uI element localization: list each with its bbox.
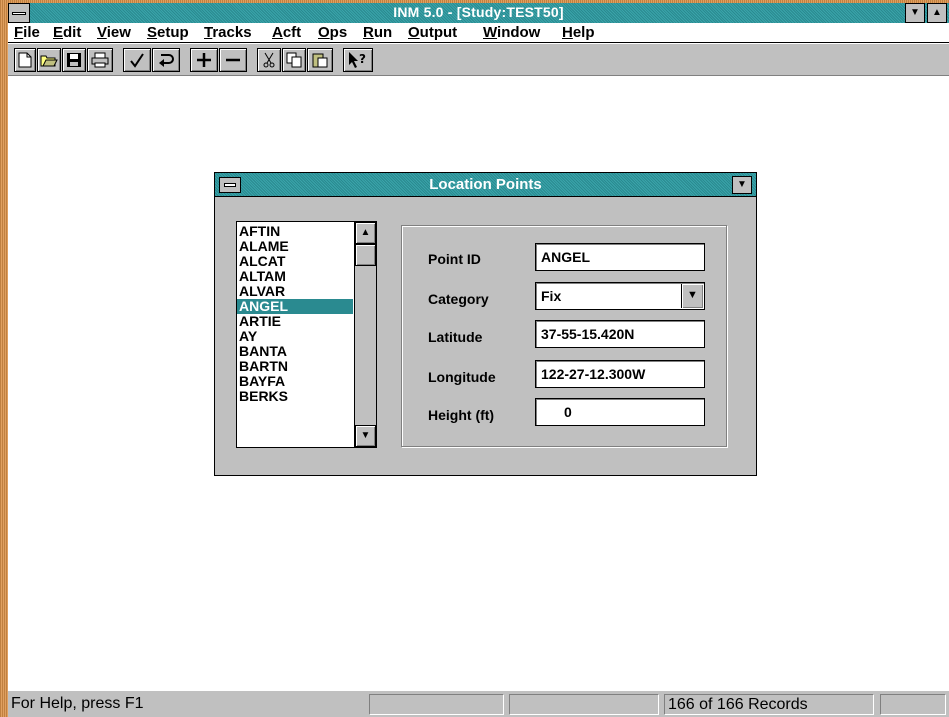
longitude-label: Longitude — [428, 369, 496, 385]
menu-file[interactable]: File — [14, 24, 40, 41]
menu-output[interactable]: Output — [408, 24, 457, 41]
dialog-title: Location Points — [429, 176, 542, 193]
cut-button[interactable] — [257, 48, 281, 72]
list-item[interactable]: ALVAR — [237, 284, 353, 299]
list-item[interactable]: ANGEL — [237, 299, 353, 314]
app-title: INM 5.0 - [Study:TEST50] — [393, 4, 564, 20]
paste-icon — [312, 53, 328, 68]
menu-help[interactable]: Help — [562, 24, 595, 41]
status-pane-3 — [509, 694, 659, 715]
dialog-title-bar[interactable]: Location Points ▼ — [215, 173, 756, 197]
list-item[interactable]: ALTAM — [237, 269, 353, 284]
list-item[interactable]: ALCAT — [237, 254, 353, 269]
delete-record-button[interactable] — [219, 48, 247, 72]
dialog-minimize-icon: ▼ — [737, 179, 747, 190]
status-record-count: 166 of 166 Records — [664, 694, 874, 715]
height-field[interactable]: 0 — [535, 398, 705, 426]
point-id-label: Point ID — [428, 251, 481, 267]
check-icon — [130, 53, 144, 68]
copy-button[interactable] — [282, 48, 306, 72]
point-id-field[interactable]: ANGEL — [535, 243, 705, 271]
list-items: AFTIN ALAME ALCAT ALTAM ALVAR ANGEL ARTIE AY BAN… — [237, 224, 353, 404]
height-label: Height (ft) — [428, 407, 495, 423]
context-help-icon: ? — [349, 52, 366, 68]
scroll-up-button[interactable]: ▲ — [355, 222, 376, 244]
category-value: Fix — [541, 288, 562, 304]
menu-view[interactable]: View — [97, 24, 131, 41]
svg-text:?: ? — [359, 52, 366, 66]
status-bar: For Help, press F1 166 of 166 Records — [8, 690, 949, 717]
list-item[interactable]: AFTIN — [237, 224, 353, 239]
menu-bar: File Edit View Setup Tracks Acft Ops Run… — [8, 23, 949, 43]
location-points-list[interactable]: AFTIN ALAME ALCAT ALTAM ALVAR ANGEL ARTIE AY BAN… — [236, 221, 377, 448]
arrow-up-icon: ▲ — [360, 227, 371, 238]
status-help-text: For Help, press F1 — [11, 695, 144, 712]
category-label: Category — [428, 291, 489, 307]
app-title-bar[interactable]: INM 5.0 - [Study:TEST50] ▼ ▲ — [8, 3, 949, 23]
window-frame-left — [0, 0, 8, 717]
paste-button[interactable] — [307, 48, 333, 72]
undo-icon — [159, 54, 174, 67]
open-button[interactable] — [37, 48, 61, 72]
copy-icon — [286, 52, 302, 68]
scroll-thumb[interactable] — [355, 244, 376, 266]
point-details-group: Point ID ANGEL Category Fix ▼ Latitude 3… — [401, 225, 727, 447]
scroll-down-button[interactable]: ▼ — [355, 425, 376, 447]
latitude-field[interactable]: 37-55-15.420N — [535, 320, 705, 348]
undo-button[interactable] — [152, 48, 180, 72]
chevron-down-icon: ▼ — [687, 289, 698, 301]
add-record-icon — [197, 53, 211, 67]
arrow-down-icon: ▼ — [360, 430, 371, 441]
list-item[interactable]: BERKS — [237, 389, 353, 404]
list-item[interactable]: ALAME — [237, 239, 353, 254]
context-help-button[interactable]: ? — [343, 48, 373, 72]
category-dropdown-button[interactable]: ▼ — [681, 284, 703, 308]
new-document-icon — [18, 52, 32, 68]
list-item[interactable]: BANTA — [237, 344, 353, 359]
check-button[interactable] — [123, 48, 151, 72]
save-button[interactable] — [62, 48, 86, 72]
status-pane-5 — [880, 694, 946, 715]
new-button[interactable] — [14, 48, 36, 72]
location-points-dialog: Location Points ▼ AFTIN ALAME ALCAT ALTAM AL… — [214, 172, 757, 476]
cut-icon — [263, 52, 275, 68]
list-item[interactable]: AY — [237, 329, 353, 344]
save-disk-icon — [67, 53, 81, 67]
menu-run[interactable]: Run — [363, 24, 392, 41]
minimize-icon: ▼ — [910, 7, 920, 18]
open-folder-icon — [40, 55, 58, 67]
maximize-icon: ▲ — [932, 7, 942, 18]
maximize-button[interactable]: ▲ — [927, 3, 947, 23]
dialog-minimize-button[interactable]: ▼ — [732, 176, 752, 194]
toolbar: ? — [8, 44, 949, 76]
category-select[interactable]: Fix ▼ — [535, 282, 705, 310]
print-icon — [91, 52, 109, 68]
menu-acft[interactable]: Acft — [272, 24, 301, 41]
latitude-label: Latitude — [428, 329, 483, 345]
menu-tracks[interactable]: Tracks — [204, 24, 252, 41]
list-item[interactable]: BARTN — [237, 359, 353, 374]
menu-window[interactable]: Window — [483, 24, 540, 41]
menu-edit[interactable]: Edit — [53, 24, 81, 41]
status-pane-2 — [369, 694, 504, 715]
menu-ops[interactable]: Ops — [318, 24, 347, 41]
longitude-field[interactable]: 122-27-12.300W — [535, 360, 705, 388]
add-record-button[interactable] — [190, 48, 218, 72]
list-item[interactable]: ARTIE — [237, 314, 353, 329]
list-item[interactable]: BAYFA — [237, 374, 353, 389]
print-button[interactable] — [87, 48, 113, 72]
minimize-button[interactable]: ▼ — [905, 3, 925, 23]
delete-record-icon — [226, 58, 240, 62]
list-scrollbar[interactable]: ▲ ▼ — [354, 222, 376, 447]
menu-setup[interactable]: Setup — [147, 24, 189, 41]
